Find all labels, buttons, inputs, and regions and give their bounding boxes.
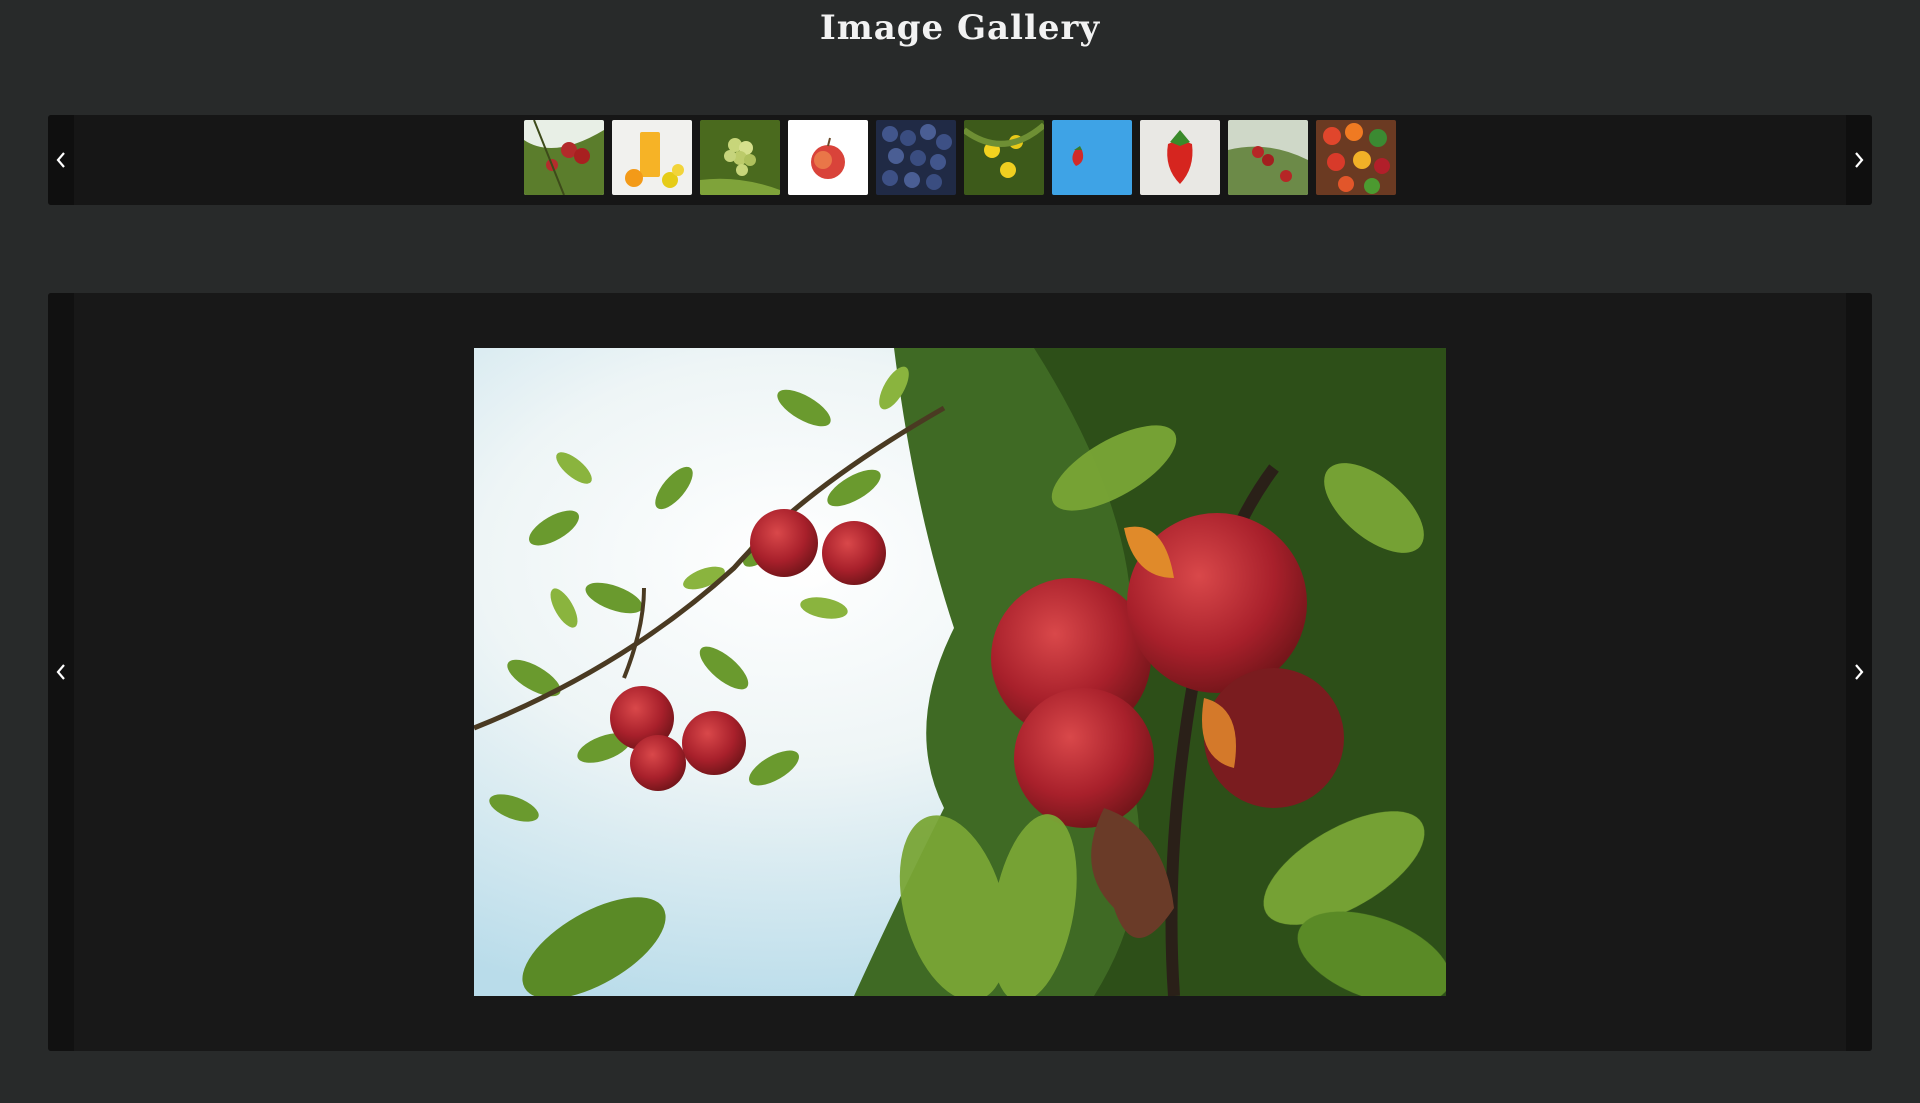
thumbnail-grapes[interactable] — [700, 120, 780, 195]
thumbnail-apple-branch[interactable] — [1228, 120, 1308, 195]
thumbnail-list — [524, 120, 1396, 195]
page-title: Image Gallery — [819, 8, 1101, 48]
chevron-left-icon — [56, 664, 65, 680]
thumbnail-strip — [48, 115, 1872, 205]
selected-image — [474, 348, 1446, 996]
chevron-right-icon — [1855, 152, 1864, 168]
chevron-left-icon — [56, 152, 65, 168]
main-image-viewer — [48, 293, 1872, 1051]
thumbnail-apple-tree[interactable] — [524, 120, 604, 195]
thumbnail-mixed-fruit[interactable] — [1316, 120, 1396, 195]
apple-tree-photo — [474, 348, 1446, 996]
previous-image-button[interactable] — [48, 293, 74, 1051]
thumbnail-blueberries[interactable] — [876, 120, 956, 195]
chevron-right-icon — [1855, 664, 1864, 680]
thumbnail-apple[interactable] — [788, 120, 868, 195]
thumbnail-prev-button[interactable] — [48, 115, 74, 205]
thumbnail-strawberry[interactable] — [1140, 120, 1220, 195]
thumbnail-lemon-tree[interactable] — [964, 120, 1044, 195]
next-image-button[interactable] — [1846, 293, 1872, 1051]
thumbnail-strawberry-blue[interactable] — [1052, 120, 1132, 195]
thumbnail-lemonade[interactable] — [612, 120, 692, 195]
thumbnail-next-button[interactable] — [1846, 115, 1872, 205]
